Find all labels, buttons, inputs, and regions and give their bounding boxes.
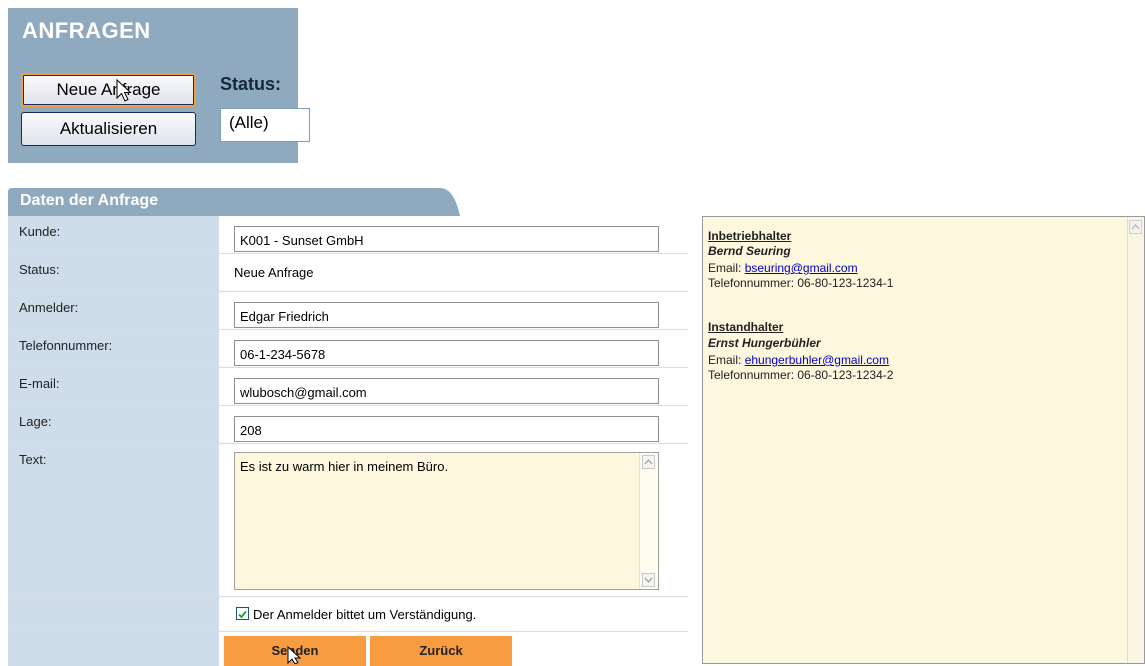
status-filter-select[interactable]: (Alle) — [220, 108, 310, 142]
form-row-email: E-mail: wlubosch@gmail.com — [8, 367, 688, 405]
notify-checkbox[interactable] — [236, 607, 249, 620]
text-label: Text: — [19, 452, 47, 467]
panel-title: Daten der Anfrage — [20, 192, 159, 209]
new-request-button[interactable]: Neue Anfrage — [21, 73, 196, 107]
mouse-pointer-icon — [116, 79, 132, 102]
email-input[interactable]: wlubosch@gmail.com — [234, 378, 659, 404]
location-label: Lage: — [19, 414, 52, 429]
page-title: ANFRAGEN — [22, 18, 151, 43]
requests-toolbar: ANFRAGEN Neue Anfrage Aktualisieren Stat… — [8, 8, 310, 163]
request-form: Kunde: K001 - Sunset GmbH Status: Neue A… — [8, 216, 688, 666]
phone-label: Telefonnummer: — [19, 338, 113, 353]
panel-tab: Daten der Anfrage — [8, 188, 460, 216]
text-area-scrollbar[interactable] — [639, 453, 658, 589]
maintainer-email-prefix: Email: — [708, 353, 745, 367]
maintainer-phone: Telefonnummer: 06-80-123-1234-2 — [708, 368, 894, 382]
status-filter-label: Status: — [220, 74, 282, 94]
phone-input[interactable]: 06-1-234-5678 — [234, 340, 659, 366]
scroll-down-arrow-icon[interactable] — [642, 573, 655, 587]
form-row-status: Status: Neue Anfrage — [8, 253, 688, 291]
operator-email-line: Email: bseuring@gmail.com — [708, 261, 858, 275]
email-label: E-mail: — [19, 376, 60, 391]
maintainer-role: Instandhalter — [708, 320, 784, 334]
contact-info-panel: Inbetriebhalter Bernd Seuring Email: bse… — [702, 216, 1145, 664]
operator-email-prefix: Email: — [708, 261, 745, 275]
scroll-up-arrow-icon[interactable] — [642, 455, 655, 469]
operator-phone: Telefonnummer: 06-80-123-1234-1 — [708, 276, 894, 290]
operator-name: Bernd Seuring — [708, 244, 791, 258]
refresh-button[interactable]: Aktualisieren — [21, 112, 196, 146]
form-row-location: Lage: 208 — [8, 405, 688, 443]
form-row-customer: Kunde: K001 - Sunset GmbH — [8, 216, 688, 253]
text-area[interactable]: Es ist zu warm hier in meinem Büro. — [234, 452, 659, 590]
form-row-text: Text: Es ist zu warm hier in meinem Büro… — [8, 443, 688, 596]
info-panel-scrollbar[interactable] — [1127, 217, 1144, 663]
reporter-label: Anmelder: — [19, 300, 79, 315]
maintainer-email-link[interactable]: ehungerbuhler@gmail.com — [745, 353, 889, 367]
scroll-up-arrow-icon[interactable] — [1129, 220, 1142, 234]
operator-role: Inbetriebhalter — [708, 229, 792, 243]
status-label: Status: — [19, 262, 60, 277]
operator-email-link[interactable]: bseuring@gmail.com — [745, 261, 858, 275]
form-row-reporter: Anmelder: Edgar Friedrich — [8, 291, 688, 329]
reporter-input[interactable]: Edgar Friedrich — [234, 302, 659, 328]
status-value: Neue Anfrage — [234, 265, 314, 280]
form-row-actions: Senden Zurück — [8, 631, 688, 666]
maintainer-name: Ernst Hungerbühler — [708, 336, 821, 350]
location-input[interactable]: 208 — [234, 416, 659, 442]
form-row-phone: Telefonnummer: 06-1-234-5678 — [8, 329, 688, 367]
text-area-content: Es ist zu warm hier in meinem Büro. — [240, 459, 449, 474]
customer-label: Kunde: — [19, 224, 61, 239]
mouse-pointer-icon — [287, 646, 301, 664]
form-row-notify: Der Anmelder bittet um Verständigung. — [8, 596, 688, 631]
checkmark-icon — [238, 610, 247, 619]
back-button[interactable]: Zurück — [370, 636, 512, 666]
customer-input[interactable]: K001 - Sunset GmbH — [234, 226, 659, 252]
maintainer-email-line: Email: ehungerbuhler@gmail.com — [708, 353, 889, 367]
notify-label: Der Anmelder bittet um Verständigung. — [253, 607, 477, 622]
